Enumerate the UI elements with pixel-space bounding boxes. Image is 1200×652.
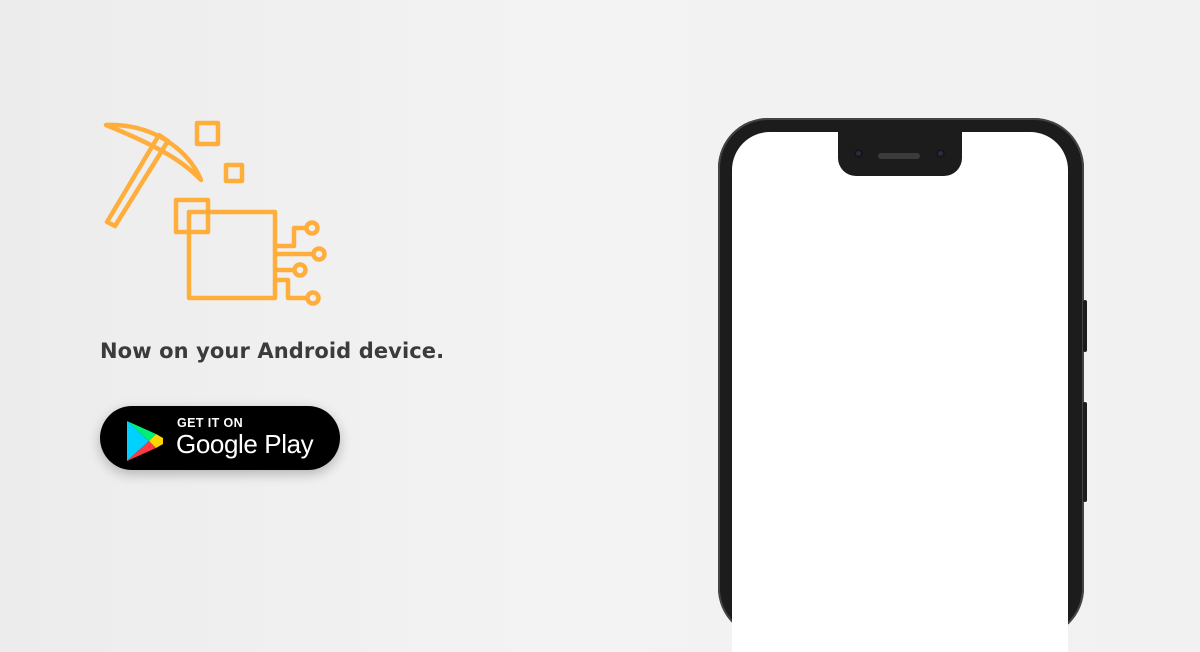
pickaxe-circuit-logo-icon [103, 120, 327, 306]
google-play-icon [127, 421, 163, 461]
phone-screen [732, 132, 1068, 652]
earpiece-speaker [878, 153, 920, 159]
front-camera-icon [854, 149, 863, 158]
google-play-button[interactable]: GET IT ON Google Play [100, 406, 340, 470]
phone-notch [838, 132, 962, 176]
badge-google-play-label: Google Play [176, 429, 314, 459]
phone-power-button [1083, 300, 1087, 352]
badge-get-it-on-label: GET IT ON [177, 416, 244, 430]
phone-volume-button [1083, 402, 1087, 502]
tagline: Now on your Android device. [100, 339, 445, 363]
phone-mockup [718, 118, 1087, 652]
front-camera-icon [936, 149, 945, 158]
